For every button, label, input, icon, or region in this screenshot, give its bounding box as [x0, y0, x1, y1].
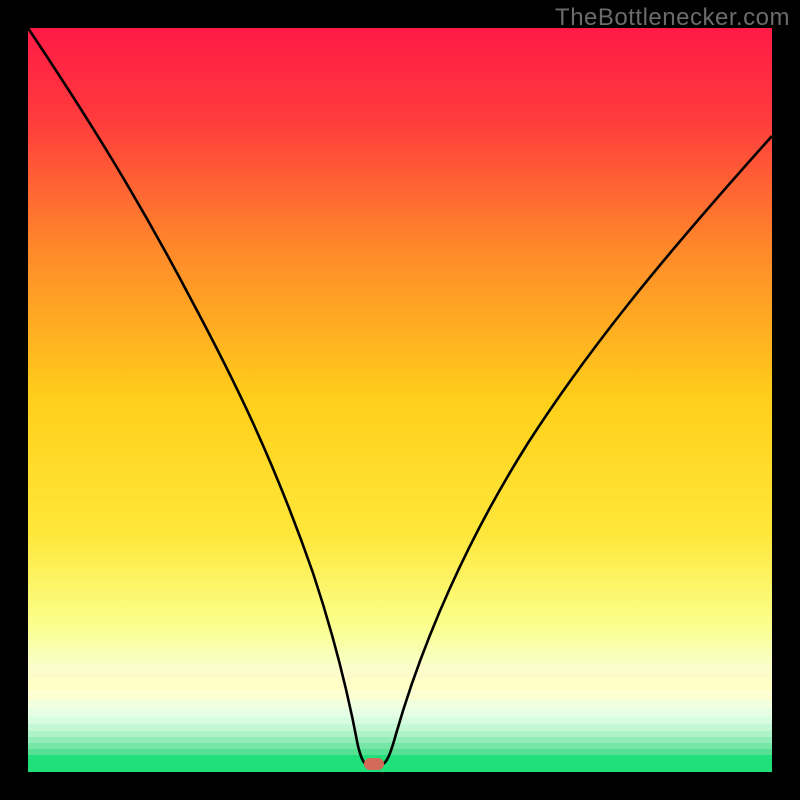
chart-frame: TheBottlenecker.com: [0, 0, 800, 800]
optimum-marker: [364, 758, 384, 770]
gradient-background: [28, 28, 772, 772]
plot-area: [28, 28, 772, 772]
chart-svg: [28, 28, 772, 772]
